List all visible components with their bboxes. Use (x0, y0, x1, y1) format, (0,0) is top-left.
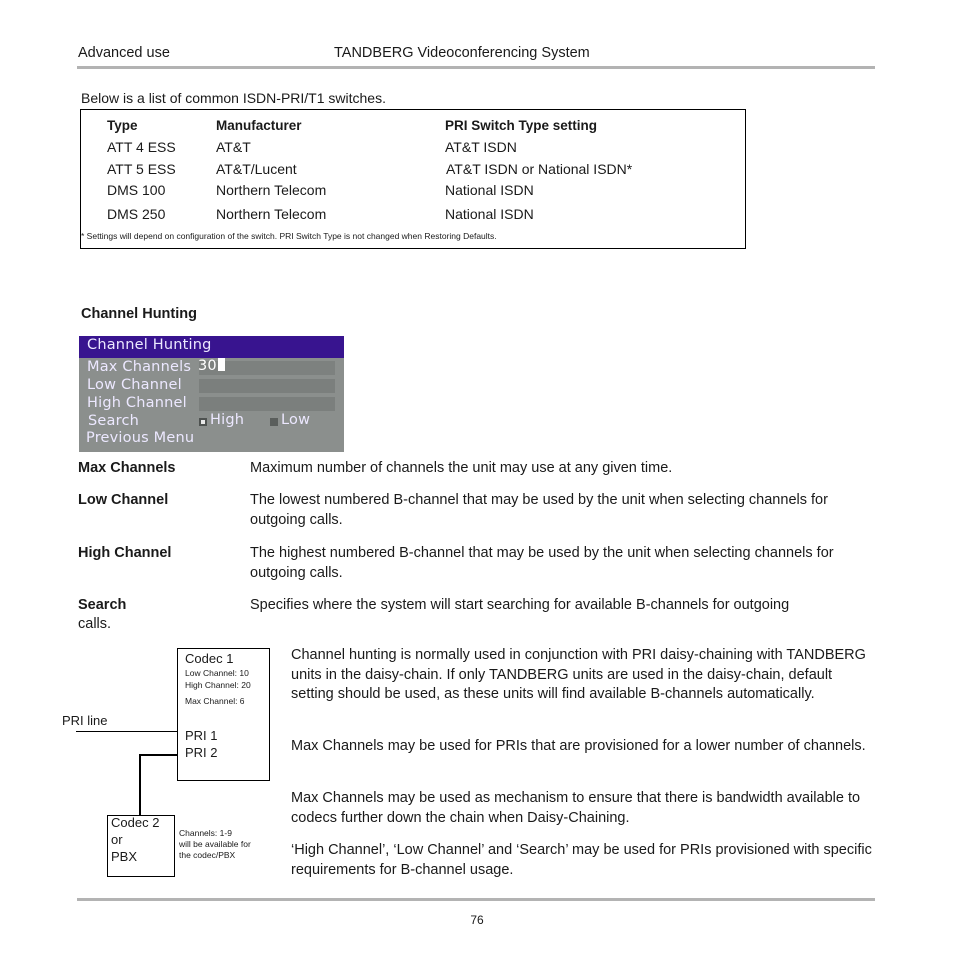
table-cell: Northern Telecom (216, 206, 327, 222)
radio-high-label[interactable]: High (210, 412, 244, 428)
column-header-type: Type (107, 118, 138, 133)
radio-dot-icon (201, 420, 205, 424)
codec1-low: Low Channel: 10 (185, 668, 249, 678)
codec2-line1: Codec 2 (111, 815, 160, 830)
paragraph: Channel hunting is normally used in conj… (291, 647, 866, 702)
radio-high-selected[interactable] (199, 418, 207, 426)
codec1-high: High Channel: 20 (185, 680, 251, 690)
table-cell: DMS 100 (107, 182, 166, 198)
table-cell: AT&T (216, 139, 251, 155)
text-cursor (217, 358, 225, 371)
paragraph: Max Channels may be used as mechanism to… (291, 790, 861, 826)
paragraph: Max Channels may be used for PRIs that a… (291, 738, 866, 754)
desc-low-channel: The lowest numbered B-channel that may b… (250, 492, 828, 528)
header-title: TANDBERG Videoconferencing System (334, 45, 590, 61)
menu-item-max-channels[interactable]: Max Channels (87, 359, 191, 375)
desc-search: Specifies where the system will start se… (250, 597, 790, 613)
radio-low[interactable] (270, 418, 278, 426)
high-channel-input[interactable] (199, 397, 335, 411)
table-footnote: * Settings will depend on configuration … (81, 231, 497, 241)
page-number: 76 (470, 913, 484, 927)
menu-item-previous[interactable]: Previous Menu (86, 430, 194, 446)
table-cell: National ISDN (445, 182, 534, 198)
header-rule (77, 66, 875, 69)
codec2-line2: or (111, 832, 123, 847)
switch-table: Type Manufacturer PRI Switch Type settin… (80, 109, 746, 249)
pri2-connector-v (139, 754, 141, 816)
table-cell: AT&T ISDN or National ISDN* (446, 161, 633, 177)
codec2-note-1: Channels: 1-9 (179, 828, 232, 838)
codec2-line3: PBX (111, 849, 138, 864)
desc-search-cont: calls. (78, 616, 112, 632)
column-header-manufacturer: Manufacturer (216, 118, 302, 133)
column-header-setting: PRI Switch Type setting (445, 118, 598, 133)
menu-item-high-channel[interactable]: High Channel (87, 395, 187, 411)
codec1-title: Codec 1 (185, 651, 234, 666)
table-cell: DMS 250 (107, 206, 166, 222)
table-cell: AT&T/Lucent (216, 161, 297, 177)
table-cell: AT&T ISDN (445, 139, 517, 155)
low-channel-input[interactable] (199, 379, 335, 393)
paragraph: ‘High Channel’, ‘Low Channel’ and ‘Searc… (291, 842, 872, 878)
table-cell: ATT 5 ESS (107, 161, 176, 177)
max-channels-value: 30 (198, 358, 225, 374)
codec2-note-2: will be available for (179, 839, 251, 849)
table-cell: ATT 4 ESS (107, 139, 176, 155)
menu-item-low-channel[interactable]: Low Channel (87, 377, 182, 393)
radio-low-label[interactable]: Low (281, 412, 310, 428)
codec2-note-3: the codec/PBX (179, 850, 236, 860)
term-search: Search (78, 597, 127, 613)
max-channels-value-text: 30 (198, 358, 217, 374)
section-title: Channel Hunting (81, 306, 197, 322)
desc-max-channels: Maximum number of channels the unit may … (250, 460, 673, 476)
menu-item-search[interactable]: Search (88, 413, 139, 429)
pri2-connector-h (139, 754, 178, 756)
codec1-pri2: PRI 2 (185, 745, 218, 760)
desc-high-channel: The highest numbered B-channel that may … (250, 545, 834, 581)
table-cell: National ISDN (445, 206, 534, 222)
intro-text: Below is a list of common ISDN-PRI/T1 sw… (81, 90, 386, 106)
codec1-max: Max Channel: 6 (185, 696, 245, 706)
codec1-pri1: PRI 1 (185, 728, 218, 743)
pri-line (76, 731, 178, 732)
table-cell: Northern Telecom (216, 182, 327, 198)
menu-title: Channel Hunting (87, 337, 212, 353)
term-low-channel: Low Channel (78, 492, 169, 508)
term-high-channel: High Channel (78, 545, 172, 561)
term-max-channels: Max Channels (78, 460, 176, 476)
footer-rule (77, 898, 875, 901)
pri-line-label: PRI line (62, 713, 108, 728)
header-section: Advanced use (78, 45, 170, 61)
channel-hunting-menu: Channel Hunting Max Channels 30 Low Chan… (79, 336, 344, 452)
